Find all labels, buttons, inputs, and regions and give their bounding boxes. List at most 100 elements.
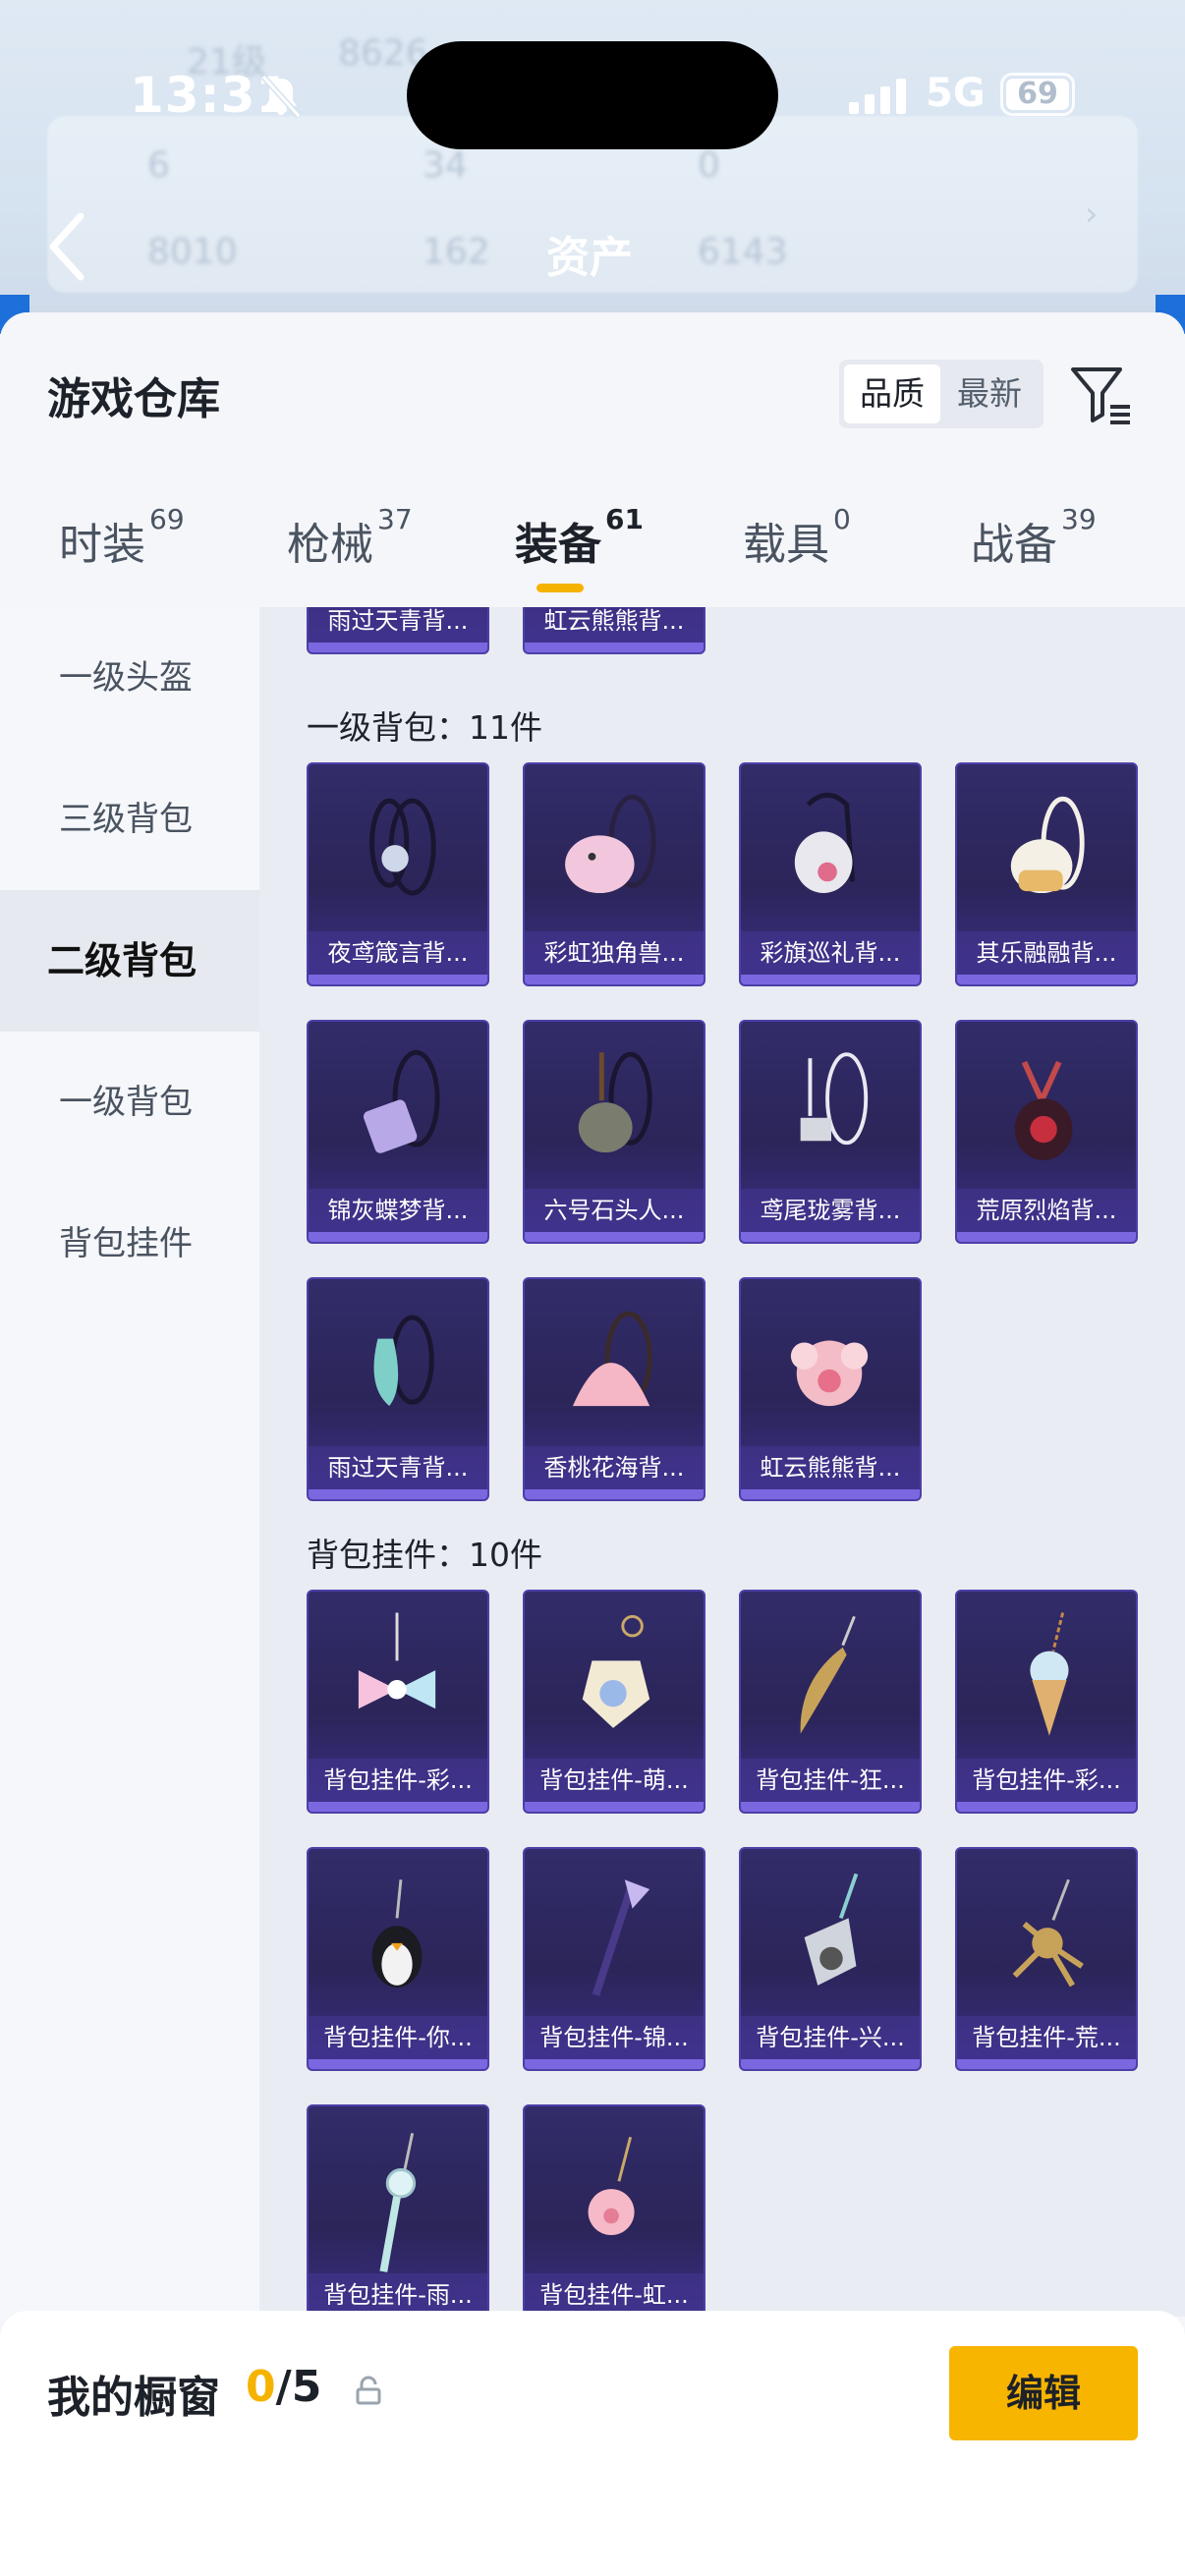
item-card[interactable]: 背包挂件-狂... bbox=[739, 1590, 922, 1814]
item-name: 背包挂件-荒... bbox=[957, 2016, 1136, 2059]
tab-count: 61 bbox=[605, 503, 644, 535]
item-name: 锦灰蝶梦背... bbox=[309, 1189, 487, 1232]
item-card[interactable]: 背包挂件-萌... bbox=[523, 1590, 705, 1814]
charm-image bbox=[358, 1612, 436, 1709]
charm-image bbox=[1030, 1612, 1069, 1736]
item-name: 背包挂件-萌... bbox=[525, 1759, 704, 1802]
item-card[interactable]: 背包挂件-锦... bbox=[523, 1847, 705, 2071]
backpack-image bbox=[369, 798, 436, 896]
ghost-value: 6143 bbox=[698, 232, 788, 272]
sidebar-item-backpack-1[interactable]: 一级背包 bbox=[0, 1032, 259, 1173]
ghost-value: 0 bbox=[698, 145, 720, 186]
page-title: 资产 bbox=[546, 233, 633, 283]
item-card[interactable]: 背包挂件-虹... bbox=[523, 2104, 705, 2317]
ghost-value: 8010 bbox=[147, 232, 238, 272]
panel-header: 游戏仓库 品质 最新 时装69 枪械37 装备61 载具0 战备39 bbox=[0, 312, 1185, 607]
sort-newest-button[interactable]: 最新 bbox=[941, 364, 1038, 423]
backpack-image bbox=[1014, 1060, 1073, 1160]
item-card[interactable]: 背包挂件-彩... bbox=[955, 1590, 1138, 1814]
tab-fashion[interactable]: 时装69 bbox=[59, 503, 185, 572]
charm-image bbox=[1012, 1878, 1084, 1988]
item-name: 彩旗巡礼背... bbox=[741, 931, 920, 975]
sidebar-item-backpack-2[interactable]: 二级背包 bbox=[0, 890, 259, 1032]
backpack-image bbox=[578, 1051, 652, 1153]
showcase-count-current: 0 bbox=[246, 2362, 276, 2412]
item-name: 荒原烈焰背... bbox=[957, 1189, 1136, 1232]
backpack-image bbox=[565, 794, 656, 894]
section-title-charms: 背包挂件：10件 bbox=[307, 1536, 542, 1574]
back-arrow-icon[interactable] bbox=[43, 210, 92, 283]
item-name: 背包挂件-你... bbox=[309, 2016, 487, 2059]
item-card[interactable]: 虹云熊熊背... bbox=[739, 1277, 922, 1501]
tab-equipment[interactable]: 装备61 bbox=[515, 503, 644, 572]
chevron-right-icon[interactable]: › bbox=[1085, 195, 1099, 234]
signal-icon bbox=[849, 79, 906, 114]
showcase-count: 0/5 bbox=[246, 2362, 321, 2412]
tab-count: 0 bbox=[833, 503, 851, 535]
item-grid: 雨过天青背... 虹云熊熊背... 一级背包：11件 夜鸢箴言背... 彩虹独角… bbox=[259, 607, 1185, 2317]
charm-image bbox=[379, 2133, 417, 2272]
item-name: 背包挂件-锦... bbox=[525, 2016, 704, 2059]
item-card[interactable]: 背包挂件-雨... bbox=[307, 2104, 489, 2317]
backpack-image bbox=[1010, 796, 1085, 894]
item-card[interactable]: 六号石头人... bbox=[523, 1020, 705, 1244]
item-card[interactable]: 虹云熊熊背... bbox=[523, 607, 705, 654]
item-name: 彩虹独角兽... bbox=[525, 931, 704, 975]
tab-count: 39 bbox=[1061, 503, 1097, 535]
item-card[interactable]: 雨过天青背... bbox=[307, 1277, 489, 1501]
item-card[interactable]: 彩旗巡礼背... bbox=[739, 762, 922, 986]
tab-label: 枪械 bbox=[287, 520, 373, 570]
item-name: 背包挂件-狂... bbox=[741, 1759, 920, 1802]
item-card[interactable]: 香桃花海背... bbox=[523, 1277, 705, 1501]
tab-count: 69 bbox=[149, 503, 185, 535]
sort-toggle: 品质 最新 bbox=[839, 360, 1044, 428]
item-name: 背包挂件-兴... bbox=[741, 2016, 920, 2059]
tab-gear[interactable]: 战备39 bbox=[971, 503, 1097, 572]
edit-button[interactable]: 编辑 bbox=[949, 2346, 1138, 2440]
panel-title: 游戏仓库 bbox=[47, 374, 220, 424]
item-card[interactable]: 背包挂件-你... bbox=[307, 1847, 489, 2071]
dynamic-island bbox=[407, 41, 778, 149]
network-label: 5G bbox=[926, 71, 986, 116]
sidebar-item-charms[interactable]: 背包挂件 bbox=[0, 1173, 259, 1315]
item-card[interactable]: 背包挂件-彩... bbox=[307, 1590, 489, 1814]
backpack-image bbox=[373, 1315, 434, 1407]
backpack-image bbox=[790, 1340, 869, 1407]
showcase-count-total: /5 bbox=[275, 2362, 322, 2412]
item-card[interactable]: 背包挂件-荒... bbox=[955, 1847, 1138, 2071]
item-name: 鸢尾珑雾背... bbox=[741, 1189, 920, 1232]
showcase-bar: 我的橱窗 0/5 编辑 bbox=[0, 2311, 1185, 2576]
item-name: 雨过天青背... bbox=[309, 1446, 487, 1489]
tab-count: 37 bbox=[377, 503, 413, 535]
item-name: 夜鸢箴言背... bbox=[309, 931, 487, 975]
tab-label: 战备 bbox=[971, 520, 1057, 570]
item-name: 虹云熊熊背... bbox=[741, 1446, 920, 1489]
battery-icon: 69 bbox=[1000, 73, 1075, 116]
item-name: 六号石头人... bbox=[525, 1189, 704, 1232]
section-title-backpack-1: 一级背包：11件 bbox=[307, 708, 542, 747]
backpack-image bbox=[572, 1311, 652, 1407]
tab-label: 时装 bbox=[59, 520, 145, 570]
item-card[interactable]: 其乐融融背... bbox=[955, 762, 1138, 986]
item-name: 背包挂件-彩... bbox=[957, 1759, 1136, 1802]
tab-vehicles[interactable]: 载具0 bbox=[743, 503, 851, 572]
ghost-value: 6 bbox=[147, 145, 170, 186]
sidebar-item-helmet-1[interactable]: 一级头盔 bbox=[0, 607, 259, 749]
tab-label: 载具 bbox=[743, 520, 829, 570]
tab-weapons[interactable]: 枪械37 bbox=[287, 503, 413, 572]
sidebar-item-backpack-3[interactable]: 三级背包 bbox=[0, 749, 259, 890]
item-name: 其乐融融背... bbox=[957, 931, 1136, 975]
item-card[interactable]: 背包挂件-兴... bbox=[739, 1847, 922, 2071]
item-card[interactable]: 锦灰蝶梦背... bbox=[307, 1020, 489, 1244]
sort-quality-button[interactable]: 品质 bbox=[844, 364, 940, 423]
item-card[interactable]: 夜鸢箴言背... bbox=[307, 762, 489, 986]
ghost-value: 162 bbox=[423, 232, 490, 272]
filter-icon[interactable] bbox=[1069, 364, 1134, 426]
item-name: 香桃花海背... bbox=[525, 1446, 704, 1489]
item-card[interactable]: 荒原烈焰背... bbox=[955, 1020, 1138, 1244]
charm-image bbox=[592, 1879, 650, 1996]
item-card[interactable]: 彩虹独角兽... bbox=[523, 762, 705, 986]
item-card[interactable]: 鸢尾珑雾背... bbox=[739, 1020, 922, 1244]
item-card[interactable]: 雨过天青背... bbox=[307, 607, 489, 654]
ghost-value: 34 bbox=[423, 145, 468, 186]
